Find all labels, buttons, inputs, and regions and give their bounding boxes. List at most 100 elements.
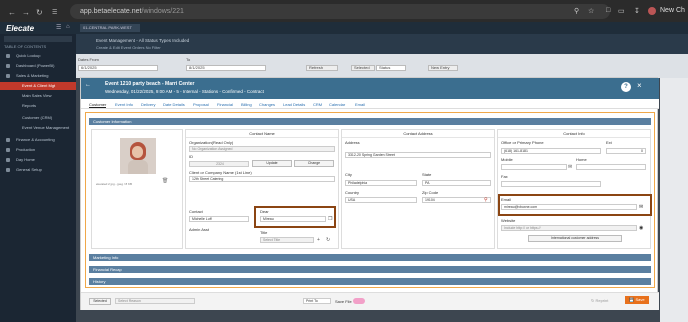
sidebar-item-finance[interactable]: Finance & Accounting xyxy=(0,136,76,144)
sidebar-item-venue[interactable]: Event Venue Management xyxy=(0,124,76,132)
sidebar-item-general-setup[interactable]: General Setup xyxy=(0,166,76,174)
forward-icon[interactable]: → xyxy=(22,8,30,17)
fax-field[interactable] xyxy=(501,181,601,187)
change-button[interactable]: Change xyxy=(294,160,334,167)
copy-icon[interactable]: ❐ xyxy=(328,216,332,222)
selected-button[interactable]: Selected xyxy=(89,298,111,305)
trash-icon[interactable]: 🗑 xyxy=(162,178,168,184)
reload-icon[interactable]: ↻ xyxy=(36,8,43,17)
section-history[interactable]: History xyxy=(89,278,651,285)
save-button[interactable]: 💾 Save xyxy=(625,296,649,304)
ext-field[interactable]: 0 xyxy=(606,148,646,154)
help-icon[interactable]: ? xyxy=(621,82,631,92)
email-icon[interactable]: ✉ xyxy=(639,204,643,210)
website-field[interactable]: Include http:// or https:// xyxy=(501,225,637,231)
client-field[interactable]: 12th Street Catering xyxy=(189,176,335,182)
print-to-select[interactable]: Print To xyxy=(303,298,331,304)
site-selector[interactable]: 01-CENTRAL PARK-WEST xyxy=(80,24,140,32)
globe-icon[interactable]: ◉ xyxy=(639,225,643,231)
contact-field[interactable]: Michelle Luff xyxy=(189,216,249,222)
address-field[interactable]: 3312-20 Spring Garden Street xyxy=(345,152,491,158)
status-filter[interactable]: Status xyxy=(376,65,406,71)
sidebar-item-main-sales[interactable]: Main Sales View xyxy=(0,92,76,100)
section-customer-info[interactable]: Customer Information xyxy=(89,118,651,125)
back-icon[interactable]: ← xyxy=(8,8,16,17)
contact-info-title: Contact Info xyxy=(498,130,650,138)
home-phone-field[interactable] xyxy=(576,164,646,170)
date-from-input[interactable]: 6/1/2025 xyxy=(78,65,158,71)
tab-date-details[interactable]: Date Details xyxy=(163,102,185,107)
email-field[interactable]: mireau@vbuxne.com xyxy=(501,204,637,210)
international-address-button[interactable]: International customer address xyxy=(528,235,622,242)
sidebar-search-input[interactable] xyxy=(4,36,72,42)
dear-field[interactable]: Mireau xyxy=(260,216,326,222)
profile-label[interactable]: New Ch xyxy=(660,7,685,14)
ext-label: Ext xyxy=(606,140,612,145)
city-field[interactable]: Philadelphia xyxy=(345,180,417,186)
sidebar-heading: TABLE OF CONTENTS xyxy=(4,44,47,49)
home-label: Home xyxy=(576,157,587,162)
date-to-input[interactable]: 8/1/2025 xyxy=(186,65,266,71)
section-marketing-info[interactable]: Marketing Info xyxy=(89,254,651,261)
sidebar-item-sales[interactable]: Sales & Marketing xyxy=(0,72,76,80)
extensions-icon[interactable]: □ xyxy=(606,7,610,14)
menu-icon[interactable]: ☰ xyxy=(56,24,61,31)
update-button[interactable]: Update xyxy=(252,160,292,167)
sidebar-item-event-client[interactable]: Event & Client Mgt xyxy=(0,82,76,90)
search-icon[interactable]: ⚲ xyxy=(484,197,488,203)
photo-caption: elevated 2 jpg - jpeg / 8 KB xyxy=(96,182,133,186)
page-title: Event Management - All Status Types Incl… xyxy=(96,38,190,43)
new-entry-button[interactable]: New Entry xyxy=(428,65,458,71)
home-icon[interactable]: ⌂ xyxy=(66,24,70,30)
customer-photo[interactable] xyxy=(120,138,156,174)
save-file-toggle[interactable] xyxy=(353,298,365,304)
title-select[interactable]: Select Title xyxy=(260,237,314,243)
dashboard-icon xyxy=(6,64,10,68)
bookmark-star-icon[interactable]: ☆ xyxy=(588,7,594,15)
reason-select[interactable]: Select Reason xyxy=(115,298,195,304)
admin-label: Admin Asst xyxy=(189,227,210,232)
section-financial-recap[interactable]: Financial Recap xyxy=(89,266,651,273)
website-label: Website xyxy=(501,218,516,223)
add-icon[interactable]: + xyxy=(317,237,320,243)
url-host: app.betaelecate.net xyxy=(80,8,142,15)
zoom-icon[interactable]: ⚲ xyxy=(574,7,579,15)
sidebar-item-quick-lookup[interactable]: Quick Lookup xyxy=(0,52,76,60)
zip-field[interactable]: 19104 xyxy=(422,197,491,203)
reprint-button[interactable]: ↻ Reprint xyxy=(591,298,608,303)
tab-financial[interactable]: Financial xyxy=(217,102,233,107)
tab-customer[interactable]: Customer xyxy=(89,102,107,108)
tab-crm[interactable]: CRM xyxy=(313,102,322,107)
tab-proposal[interactable]: Proposal xyxy=(193,102,209,107)
site-info-icon[interactable]: ☰ xyxy=(52,9,57,16)
tab-billing[interactable]: Billing xyxy=(241,102,252,107)
tab-calendar[interactable]: Calendar xyxy=(329,102,345,107)
tab-lead-details[interactable]: Lead Details xyxy=(283,102,305,107)
state-label: State xyxy=(422,172,432,177)
refresh-icon[interactable]: ↻ xyxy=(326,237,330,243)
tab-changes[interactable]: Changes xyxy=(259,102,275,107)
address-bar[interactable]: app.betaelecate.net/windows/221 xyxy=(70,4,610,19)
sidebar-item-day-home[interactable]: Day Home xyxy=(0,156,76,164)
tab-delivery[interactable]: Delivery xyxy=(141,102,155,107)
refresh-button[interactable]: Refresh xyxy=(306,65,338,71)
search-icon xyxy=(6,54,10,58)
selected-filter[interactable]: Selected xyxy=(351,65,375,71)
sidebar-item-customer-crm[interactable]: Customer (CRM) xyxy=(0,114,76,122)
mobile-field[interactable] xyxy=(501,164,567,170)
sidebar-item-dashboard[interactable]: Dashboard (PowerBI) xyxy=(0,62,76,70)
close-icon[interactable]: × xyxy=(637,81,642,90)
sidebar-item-reports[interactable]: Reports xyxy=(0,102,76,110)
state-field[interactable]: PA xyxy=(422,180,491,186)
tab-email[interactable]: Email xyxy=(355,102,365,107)
office-phone-field[interactable]: (618) 161-8181 xyxy=(501,148,601,154)
country-select[interactable]: USA xyxy=(345,197,417,203)
mobile-label: Mobile xyxy=(501,157,513,162)
download-icon[interactable]: ↧ xyxy=(634,7,640,15)
tab-icon[interactable]: ▭ xyxy=(618,7,625,15)
profile-avatar[interactable] xyxy=(648,7,656,15)
back-arrow-icon[interactable]: ← xyxy=(85,82,91,88)
sidebar-item-production[interactable]: Production xyxy=(0,146,76,154)
tab-event-info[interactable]: Event Info xyxy=(115,102,133,107)
sms-icon[interactable]: ✉ xyxy=(568,164,572,170)
